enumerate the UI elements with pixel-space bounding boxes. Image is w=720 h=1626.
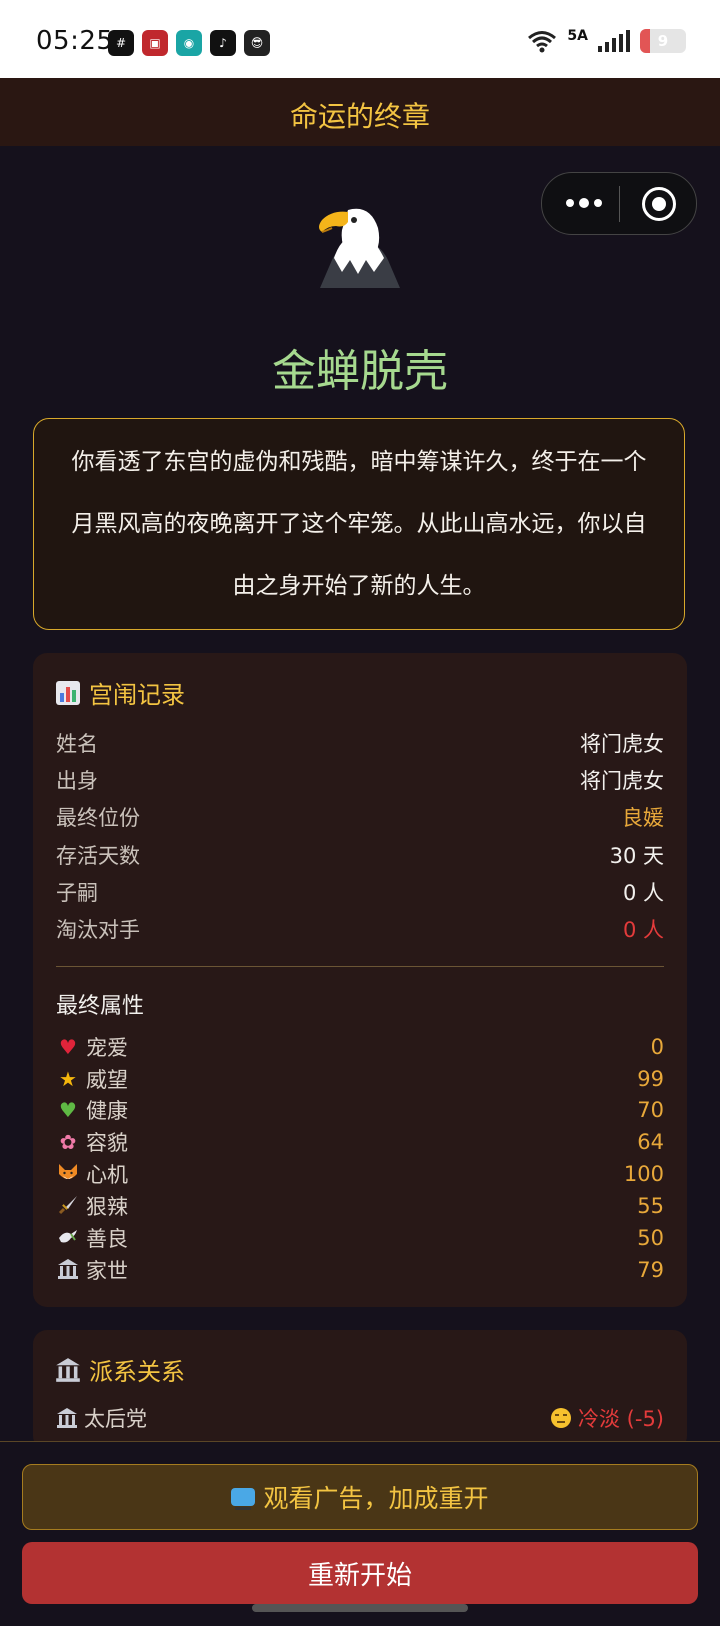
bar-chart-icon — [56, 680, 80, 705]
flower-icon: ✿ — [59, 1130, 77, 1154]
signal-icon — [598, 30, 630, 52]
record-row-rank: 最终位份 良媛 — [56, 799, 664, 835]
attribute-value: 55 — [637, 1194, 664, 1218]
attribute-row: ✿ 容貌 64 — [56, 1126, 664, 1158]
ending-description: 你看透了东宫的虚伪和残酷，暗中筹谋许久，终于在一个月黑风高的夜晚离开了这个牢笼。… — [71, 449, 647, 599]
record-value: 将门虎女 — [580, 769, 664, 793]
record-value: 将门虎女 — [580, 732, 664, 756]
grid-app-icon: # — [108, 30, 134, 56]
restart-label: 重新开始 — [307, 1560, 412, 1591]
record-row-rivals: 淘汰对手 0 人 — [56, 911, 664, 947]
sunglasses-app-icon: 😎 — [244, 30, 270, 56]
dove-icon — [56, 1226, 80, 1250]
attribute-label: 狠辣 — [86, 1195, 128, 1219]
attribute-row: ♥ 健康 70 — [56, 1094, 664, 1126]
record-row-children: 子嗣 0 人 — [56, 874, 664, 910]
capsule-divider — [619, 186, 620, 222]
heart-icon: ♥ — [59, 1035, 77, 1059]
temple-icon — [56, 1357, 80, 1382]
section-divider — [56, 966, 664, 967]
restart-button[interactable]: 重新开始 — [22, 1542, 698, 1604]
attribute-value: 99 — [637, 1067, 664, 1091]
chat-app-icon: ◉ — [176, 30, 202, 56]
attribute-value: 100 — [623, 1162, 664, 1186]
record-value: 良媛 — [622, 806, 664, 830]
record-title: 宫闱记录 — [55, 675, 185, 710]
ending-title: 金蝉脱壳 — [272, 346, 448, 397]
unamused-face-icon — [551, 1408, 571, 1428]
network-type: 5A — [567, 28, 588, 44]
system-icons: 5A 9 — [527, 28, 686, 54]
attribute-label: 威望 — [86, 1068, 128, 1092]
attribute-label: 健康 — [86, 1099, 128, 1123]
bottom-action-bar: 观看广告，加成重开 重新开始 — [0, 1441, 720, 1626]
watch-ad-label: 观看广告，加成重开 — [263, 1484, 489, 1513]
attributes-title: 最终属性 — [56, 994, 145, 1019]
green-heart-icon: ♥ — [59, 1098, 77, 1122]
tv-icon — [231, 1488, 256, 1510]
faction-row: 太后党 冷淡 (-5) — [56, 1402, 664, 1434]
attribute-value: 70 — [637, 1098, 664, 1122]
attribute-label: 心机 — [86, 1163, 128, 1187]
ending-description-box: 你看透了东宫的虚伪和残酷，暗中筹谋许久，终于在一个月黑风高的夜晚离开了这个牢笼。… — [33, 418, 685, 630]
miniprogram-capsule — [541, 172, 697, 235]
record-card: 宫闱记录 姓名 将门虎女 出身 将门虎女 最终位份 良媛 存活天数 30 天 子嗣 0 人… — [33, 653, 687, 1307]
status-time: 05:25 — [36, 26, 114, 56]
attribute-label: 容貌 — [86, 1131, 128, 1155]
factions-title-text: 派系关系 — [89, 1358, 185, 1386]
record-row-name: 姓名 将门虎女 — [56, 725, 664, 761]
factions-title: 派系关系 — [55, 1352, 185, 1387]
temple-icon — [56, 1258, 80, 1282]
attribute-value: 79 — [637, 1258, 664, 1282]
faction-label: 太后党 — [84, 1407, 147, 1431]
star-icon: ★ — [59, 1067, 77, 1091]
wifi-icon — [528, 31, 557, 53]
record-row-origin: 出身 将门虎女 — [56, 762, 664, 798]
attribute-label: 宠爱 — [86, 1036, 128, 1060]
attribute-row: 狠辣 55 — [56, 1190, 664, 1222]
page-title: 命运的终章 — [289, 100, 430, 133]
watch-ad-restart-button[interactable]: 观看广告，加成重开 — [22, 1464, 698, 1530]
record-label: 出身 — [56, 769, 98, 793]
battery-icon: 9 — [640, 29, 686, 53]
attribute-row: ★ 威望 99 — [56, 1063, 664, 1095]
more-icon[interactable] — [564, 192, 604, 214]
record-row-days: 存活天数 30 天 — [56, 837, 664, 873]
attribute-row: 善良 50 — [56, 1222, 664, 1254]
attribute-value: 50 — [637, 1226, 664, 1250]
dagger-icon — [56, 1194, 80, 1218]
attribute-row: 心机 100 — [56, 1158, 664, 1190]
video-app-icon: ▣ — [142, 30, 168, 56]
attribute-label: 家世 — [86, 1259, 128, 1283]
close-miniprogram-icon[interactable] — [642, 187, 676, 221]
record-title-text: 宫闱记录 — [89, 681, 185, 709]
record-label: 淘汰对手 — [56, 918, 140, 942]
record-label: 最终位份 — [56, 806, 140, 830]
attribute-value: 64 — [637, 1130, 664, 1154]
factions-card: 派系关系 太后党 冷淡 (-5) — [33, 1330, 687, 1450]
attribute-value: 0 — [650, 1035, 664, 1059]
record-label: 子嗣 — [56, 881, 98, 905]
attribute-row: 家世 79 — [56, 1254, 664, 1286]
faction-value: 冷淡 (-5) — [578, 1407, 664, 1431]
record-label: 存活天数 — [56, 844, 140, 868]
nav-bar: 命运的终章 — [0, 78, 720, 146]
home-indicator — [252, 1604, 468, 1612]
record-value: 0 人 — [622, 918, 664, 942]
fox-icon — [56, 1162, 80, 1186]
tiktok-icon: ♪ — [210, 30, 236, 56]
attribute-label: 善良 — [86, 1227, 128, 1251]
record-value: 0 人 — [622, 881, 664, 905]
attribute-row: ♥ 宠爱 0 — [56, 1031, 664, 1063]
status-bar: 05:25 # ▣ ◉ ♪ 😎 5A 9 — [0, 0, 720, 78]
record-value: 30 天 — [609, 844, 664, 868]
temple-icon — [57, 1408, 77, 1428]
record-label: 姓名 — [56, 732, 98, 756]
eagle-icon — [319, 208, 400, 288]
battery-percent: 9 — [657, 32, 669, 50]
